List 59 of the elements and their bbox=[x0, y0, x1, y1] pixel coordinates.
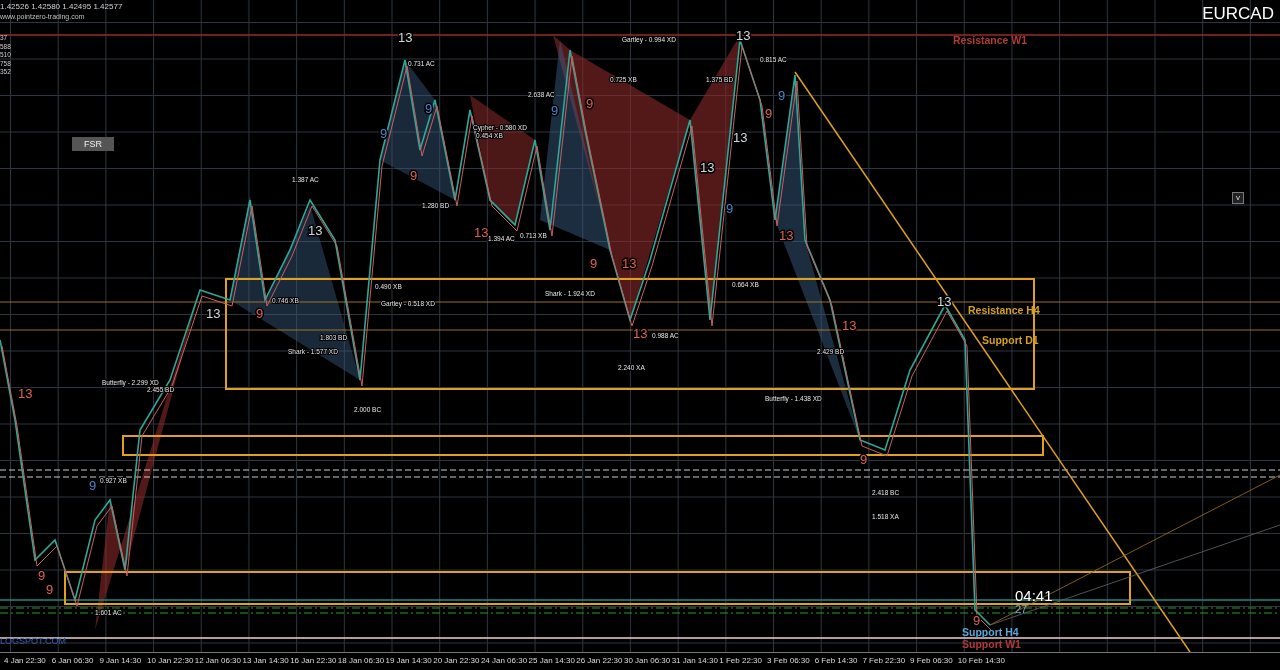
time-label: 16 Jan 22:30 bbox=[290, 655, 338, 667]
level-label: Support H4 bbox=[962, 626, 1019, 638]
time-label: 3 Feb 06:30 bbox=[767, 655, 811, 667]
count-label: 9 bbox=[778, 88, 786, 103]
time-label: 31 Jan 14:30 bbox=[671, 655, 719, 667]
count-label: 13 bbox=[474, 225, 489, 240]
count-label: 9 bbox=[551, 103, 559, 118]
ohlc-values: 1.42526 1.42580 1.42495 1.42577 bbox=[0, 2, 123, 11]
count-label: 13 bbox=[937, 294, 952, 309]
count-label: 9 bbox=[586, 96, 594, 111]
time-label: 26 Jan 22:30 bbox=[576, 655, 624, 667]
count-label: 13 bbox=[736, 28, 751, 43]
count-label: 9 bbox=[380, 126, 388, 141]
time-label: 13 Jan 14:30 bbox=[242, 655, 290, 667]
count-label: 9 bbox=[46, 582, 54, 597]
time-label: 24 Jan 06:30 bbox=[480, 655, 529, 667]
count-label: 13 bbox=[308, 223, 323, 238]
count-label: 13 bbox=[206, 306, 221, 321]
time-label: 19 Jan 14:30 bbox=[385, 655, 433, 667]
count-label: 13 bbox=[18, 386, 33, 401]
collapse-button[interactable]: v bbox=[1232, 192, 1244, 204]
count-label: 9 bbox=[410, 168, 418, 183]
time-label: 10 Jan 22:30 bbox=[147, 655, 195, 667]
time-label: 25 Jan 14:30 bbox=[528, 655, 576, 667]
level-label: Support W1 bbox=[962, 638, 1021, 650]
symbol-title: EURCAD bbox=[1202, 4, 1274, 24]
count-label: 9 bbox=[726, 201, 734, 216]
count-label: 13 bbox=[398, 30, 413, 45]
candle-timer: 04:41 bbox=[1015, 587, 1053, 604]
count-label: 9 bbox=[590, 256, 598, 271]
count-label: 9 bbox=[38, 568, 46, 583]
time-label: 9 Feb 06:30 bbox=[910, 655, 954, 667]
count-label: 9 bbox=[256, 306, 264, 321]
count-label: 13 bbox=[622, 256, 637, 271]
count-label: 13 bbox=[733, 130, 748, 145]
level-label: Resistance W1 bbox=[953, 34, 1028, 46]
count-label: 9 bbox=[973, 613, 981, 628]
time-label: 10 Feb 14:30 bbox=[957, 655, 1006, 667]
count-label: 13 bbox=[633, 326, 648, 341]
footer-text: LOGSPOT.COM bbox=[0, 636, 66, 646]
count-label: 9 bbox=[425, 101, 433, 116]
time-label: 20 Jan 22:30 bbox=[433, 655, 481, 667]
count-label: 13 bbox=[842, 318, 857, 333]
time-label: 9 Jan 14:30 bbox=[99, 655, 143, 667]
count-label: 13 bbox=[779, 228, 794, 243]
time-label: 6 Jan 06:30 bbox=[51, 655, 95, 667]
count-label: 9 bbox=[860, 452, 868, 467]
time-label: 1 Feb 22:30 bbox=[719, 655, 763, 667]
count-label: 9 bbox=[89, 478, 97, 493]
time-label: 6 Feb 14:30 bbox=[814, 655, 859, 667]
count-label: 13 bbox=[700, 160, 715, 175]
time-label: 18 Jan 06:30 bbox=[337, 655, 386, 667]
spread-value: 27 bbox=[1015, 603, 1028, 615]
count-label: 9 bbox=[765, 106, 773, 121]
fsr-button[interactable]: FSR bbox=[72, 137, 114, 151]
time-label: 4 Jan 22:30 bbox=[4, 655, 47, 667]
time-label: 30 Jan 06:30 bbox=[623, 655, 672, 667]
time-label: 12 Jan 06:30 bbox=[194, 655, 242, 667]
time-label: 7 Feb 22:30 bbox=[862, 655, 907, 667]
